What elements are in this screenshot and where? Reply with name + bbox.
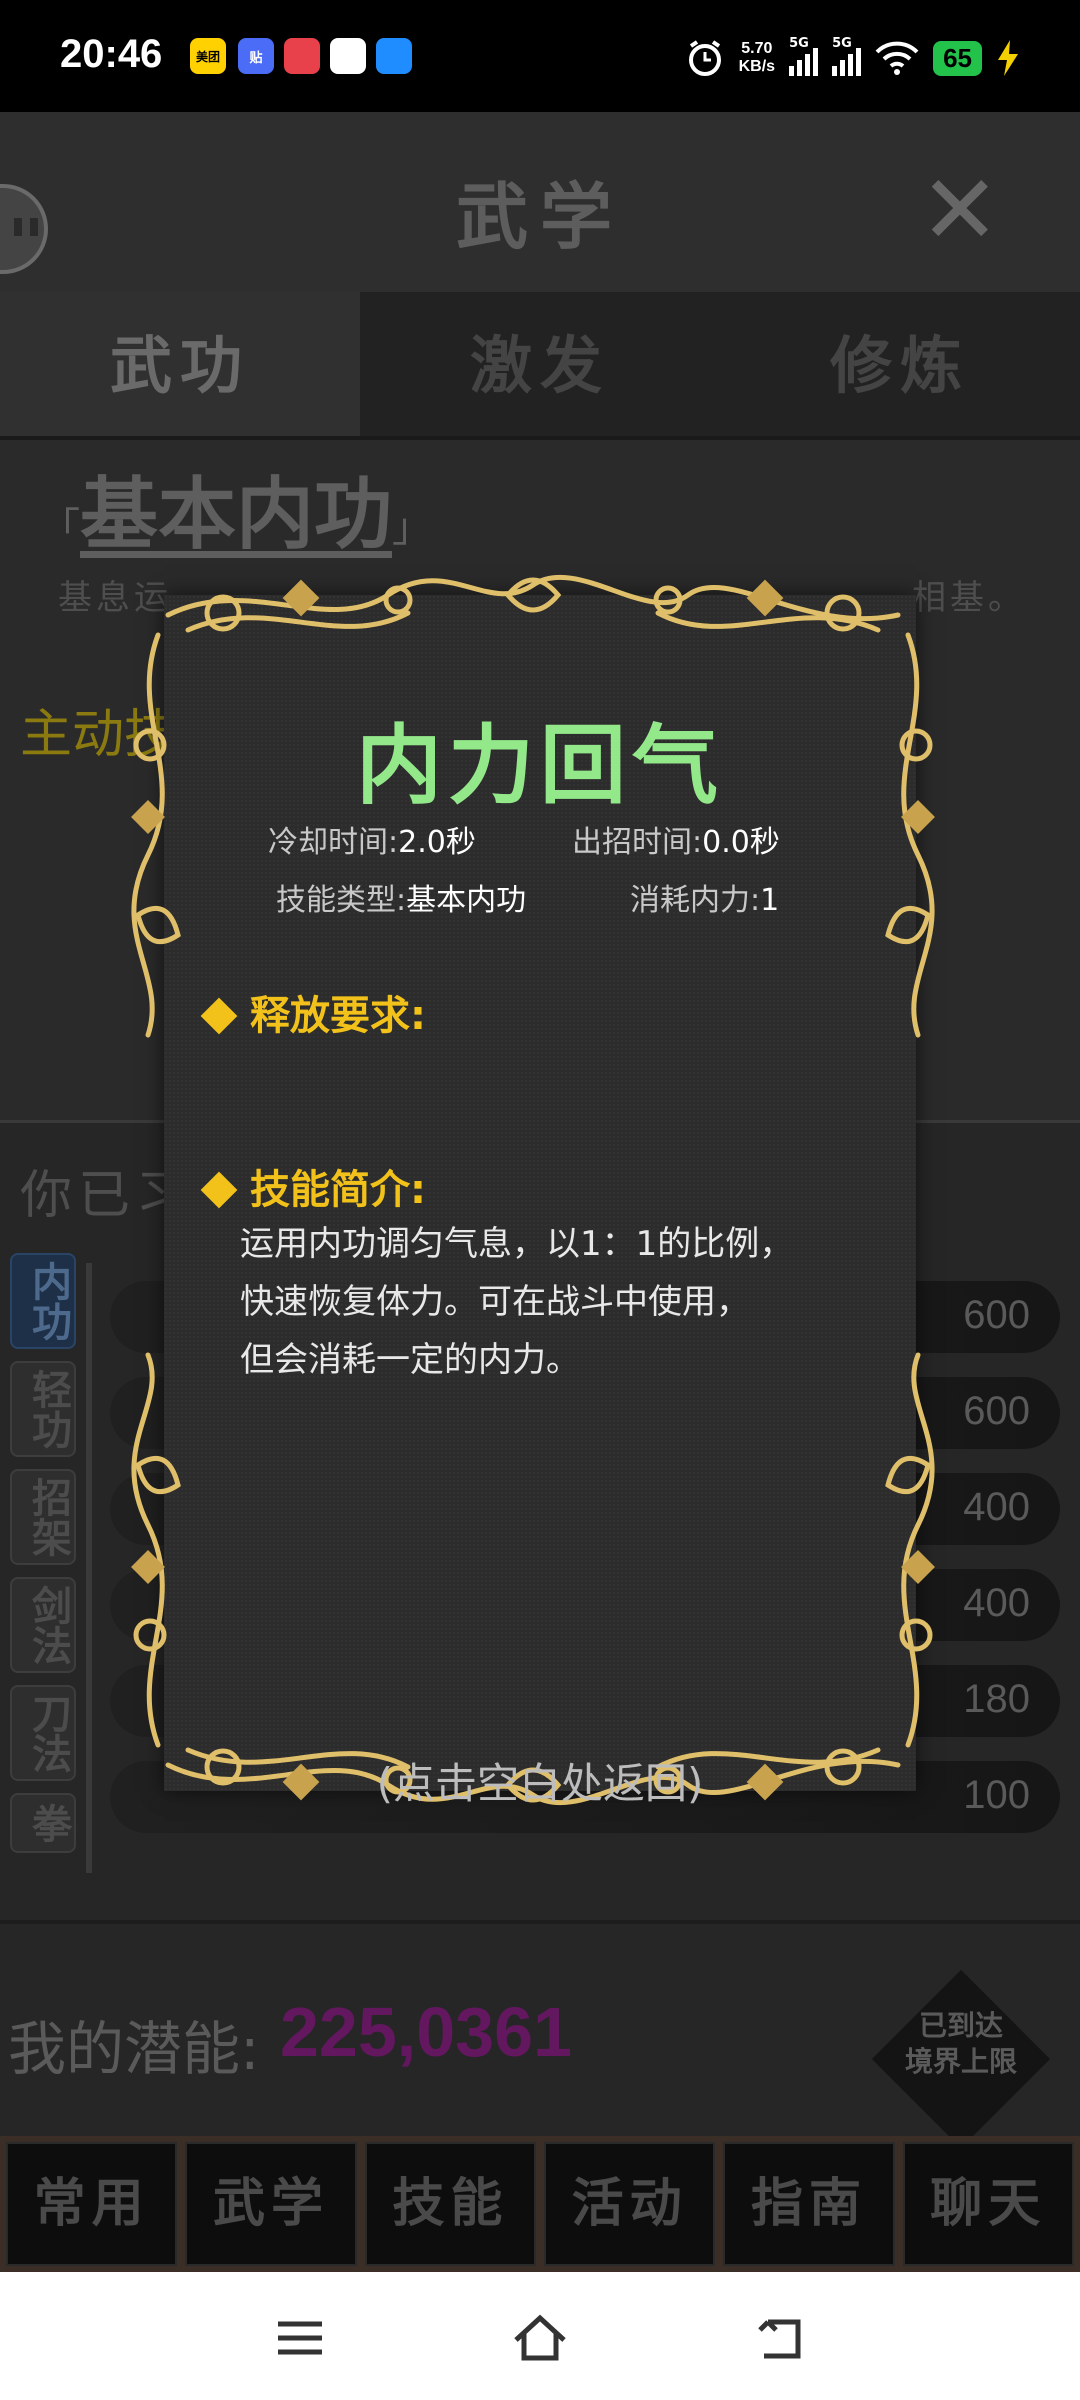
tap-to-return-hint[interactable]: (点击空白处返回) (164, 1750, 916, 1811)
potential-bar: 我的潜能: 225,0361 已到达 境界上限 (0, 1920, 1080, 2149)
meituan-app-icon: 美团 (190, 38, 226, 74)
potential-label: 我的潜能: (8, 2015, 260, 2083)
system-nav-bar (0, 2272, 1080, 2400)
wifi-icon (875, 41, 919, 75)
home-icon[interactable] (510, 2308, 570, 2368)
cooldown-stat: 冷却时间:2.0秒 (268, 825, 476, 860)
category-blade[interactable]: 刀法 (10, 1685, 76, 1781)
tab-cultivate[interactable]: 修炼 (720, 292, 1080, 436)
potential-value: 225,0361 (280, 1993, 572, 2071)
category-scrollbar[interactable] (86, 1263, 92, 1873)
notes-app-icon (330, 38, 366, 74)
cloud-app-icon (376, 38, 412, 74)
category-sword[interactable]: 剑法 (10, 1577, 76, 1673)
dialog-title: 内力回气 (356, 716, 724, 816)
charging-icon (998, 40, 1018, 76)
nav-events[interactable]: 活动 (543, 2142, 716, 2266)
category-parry[interactable]: 招架 (10, 1469, 76, 1565)
alarm-icon (688, 40, 721, 76)
internal-cost-stat: 消耗内力:1 (630, 883, 780, 918)
category-fist[interactable]: 拳 (10, 1793, 76, 1853)
status-bar: 20:46 美团 贴 5.70 KB/s 5G 5G 65 (0, 0, 1080, 112)
skill-level: 400 (963, 1581, 1030, 1625)
skill-level: 600 (963, 1293, 1030, 1337)
diamond-bullet-icon (200, 997, 238, 1035)
menu-icon[interactable] (270, 2308, 330, 2368)
nav-skills[interactable]: 技能 (364, 2142, 536, 2266)
requirements-heading: 释放要求: (198, 983, 426, 1041)
skill-intro-text: 运用内功调匀气息，以1：1的比例， 快速恢复体力。可在战斗中使用， 但会消耗一定… (240, 1224, 794, 1380)
close-button[interactable]: ✕ (920, 162, 1000, 258)
back-icon[interactable] (750, 2308, 810, 2368)
skill-level: 400 (963, 1485, 1030, 1529)
category-internal[interactable]: 内功 (10, 1253, 76, 1349)
game-app-icon (284, 38, 320, 74)
skill-level: 600 (963, 1389, 1030, 1433)
skill-header: 「基本内功」 (40, 469, 433, 560)
cast-time-stat: 出招时间:0.0秒 (572, 825, 780, 860)
signal-1-icon: 5G (789, 36, 819, 76)
skill-level: 100 (963, 1773, 1030, 1817)
skill-name[interactable]: 基本内功 (80, 469, 392, 560)
realm-limit-badge[interactable]: 已到达 境界上限 (871, 1969, 1051, 2149)
skill-level: 180 (963, 1677, 1030, 1721)
category-lightness[interactable]: 轻功 (10, 1361, 76, 1457)
tab-bar: 武功 激发 修炼 (0, 292, 1080, 440)
signal-2-icon: 5G (832, 36, 862, 76)
nav-martial-arts[interactable]: 武学 (185, 2142, 357, 2266)
skill-type-stat: 技能类型:基本内功 (276, 883, 527, 918)
tab-activate[interactable]: 激发 (360, 292, 720, 436)
nav-common[interactable]: 常用 (6, 2142, 178, 2266)
skill-detail-dialog: 内力回气 冷却时间:2.0秒 出招时间:0.0秒 技能类型:基本内功 消耗内力:… (128, 555, 935, 1825)
status-time: 20:46 (60, 32, 163, 76)
title-bar: 武学 ✕ (0, 112, 1080, 292)
nav-guide[interactable]: 指南 (723, 2142, 895, 2266)
nav-chat[interactable]: 聊天 (902, 2142, 1074, 2266)
net-speed: 5.70 KB/s (738, 40, 776, 75)
intro-heading: 技能简介: (198, 1157, 426, 1215)
category-list: 内功 轻功 招架 剑法 刀法 拳 (10, 1253, 86, 1865)
page-title: 武学 (455, 174, 624, 259)
diamond-bullet-icon (200, 1171, 238, 1209)
status-icons: 5.70 KB/s 5G 5G 65 (685, 36, 1020, 80)
bottom-nav: 常用 武学 技能 活动 指南 聊天 (0, 2136, 1080, 2272)
tieba-app-icon: 贴 (238, 38, 274, 74)
tab-martial-arts[interactable]: 武功 (0, 292, 360, 436)
battery-indicator: 65 (933, 40, 982, 76)
